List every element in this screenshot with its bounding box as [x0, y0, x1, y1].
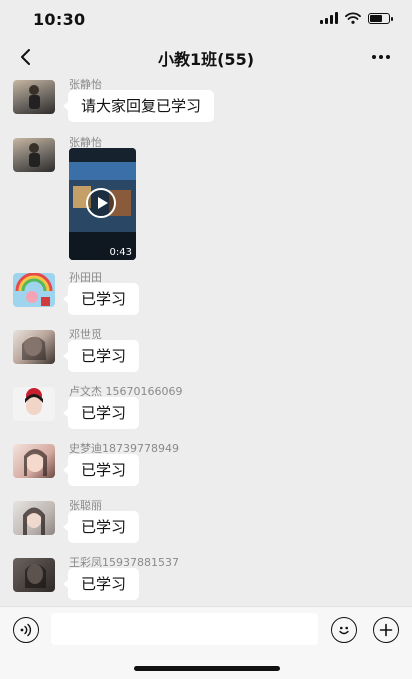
message-bubble[interactable]: 已学习 — [62, 568, 140, 600]
status-icons — [320, 12, 393, 24]
avatar[interactable] — [13, 444, 55, 478]
video-duration: 0:43 — [109, 247, 132, 258]
voice-button[interactable] — [13, 617, 39, 643]
chat-area[interactable]: 张静怡 请大家回复已学习 张静怡 0:43 孙田田 已学习 邓世觅 已学习 卢文… — [0, 74, 412, 606]
avatar[interactable] — [13, 501, 55, 535]
chat-title: 小教1班(55) — [157, 50, 255, 69]
avatar[interactable] — [13, 80, 55, 114]
message-input[interactable] — [51, 613, 318, 645]
avatar[interactable] — [13, 558, 55, 592]
avatar[interactable] — [13, 387, 55, 421]
avatar[interactable] — [13, 273, 55, 307]
message-bubble[interactable]: 已学习 — [62, 283, 140, 315]
message-bubble[interactable]: 已学习 — [62, 340, 140, 372]
voice-icon — [20, 623, 32, 637]
message-bubble[interactable]: 已学习 — [62, 397, 140, 429]
plus-icon — [379, 623, 393, 637]
wifi-icon — [345, 12, 361, 24]
battery-icon — [368, 13, 393, 24]
home-indicator — [134, 666, 280, 671]
status-time: 10:30 — [33, 10, 86, 29]
message-bubble[interactable]: 已学习 — [62, 511, 140, 543]
emoji-icon — [339, 626, 349, 635]
message-bubble[interactable]: 已学习 — [62, 454, 140, 486]
add-button[interactable] — [373, 617, 399, 643]
video-message[interactable]: 0:43 — [69, 148, 136, 260]
more-button[interactable] — [368, 46, 394, 68]
signal-icon — [320, 12, 338, 24]
nav-bar: 小教1班(55) — [0, 40, 412, 74]
avatar[interactable] — [13, 330, 55, 364]
more-icon — [372, 55, 376, 59]
emoji-button[interactable] — [331, 617, 357, 643]
status-bar: 10:30 — [0, 0, 412, 40]
message-bubble[interactable]: 请大家回复已学习 — [62, 90, 215, 122]
play-icon[interactable] — [86, 188, 116, 218]
avatar[interactable] — [13, 138, 55, 172]
